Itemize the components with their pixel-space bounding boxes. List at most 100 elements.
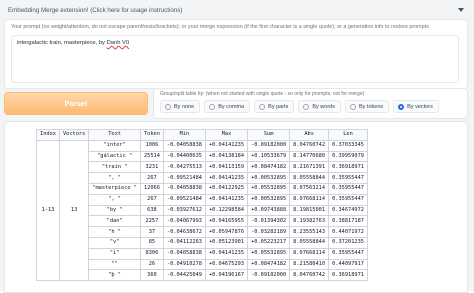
token-cell: 8306 [139,247,164,260]
radio-label: By tokens [358,103,384,110]
text-cell: "inter" [88,139,141,152]
radio-by-none[interactable]: By none [160,100,201,113]
split-label: Group/split table by: (when not started … [160,91,365,97]
max-cell: +0.04122925 [204,182,249,195]
sum-cell: +0.09743888 [247,204,291,217]
token-cell: 638 [139,204,164,217]
accordion-title[interactable]: Embedding Merge extension! (Click here f… [4,7,182,14]
radio-label: By words [312,103,335,110]
max-cell: +0.04165955 [204,215,249,228]
sum-cell: +0.08474182 [247,258,291,271]
column-header-abs: Abs [289,129,330,141]
prompt-text: intergalactic train, masterpiece, by [17,40,107,46]
len-cell: 0.36918971 [328,161,368,174]
len-cell: 0.44071972 [328,226,368,238]
abs-cell: 8.04760742 [289,269,330,282]
min-cell: -0.04275513 [162,161,206,174]
index-cell: 1-13 [36,139,60,282]
len-cell: 0.38817187 [328,215,368,228]
min-cell: -0.04400635 [162,150,206,163]
len-cell: 0.37201235 [328,236,368,249]
radio-by-words[interactable]: By words [298,100,341,113]
table-row: 1-13 13 "inter" 1006 -0.04058838 +0.04141235-… [36,139,368,282]
vectors-cell: 13 [58,139,90,282]
max-cell: +0.04141235 [204,139,249,152]
min-cell: -0.09521484 [162,172,206,184]
prompt-label: Your prompt (no weight/attention, do not… [11,24,429,30]
column-header-min: Min [162,129,206,141]
text-cell: "" [88,258,141,271]
column-header-max: Max [204,129,249,141]
max-cell: +0.04138184 [204,150,249,163]
text-cell: "masterpiece " [88,182,141,195]
radio-by-tokens[interactable]: By tokens [344,100,390,113]
radio-dot-icon [165,103,171,110]
max-cell: +0.12298584 [204,204,249,217]
sum-cell: -0.09182000 [247,269,291,282]
token-table: Index Vectors Text Token Min Max Sum Abs Len 1-1… [36,129,368,282]
split-options: Group/split table by: (when not started … [153,88,468,119]
radio-label: By parts [268,103,289,110]
sum-cell: +0.00532895 [247,193,291,206]
abs-cell: 8.07668114 [289,247,330,260]
abs-cell: 8.23555143 [289,226,330,238]
min-cell: -0.04058838 [162,182,206,195]
table-header-row: Index Vectors Text Token Min Max Sum Abs Len [36,129,368,141]
sum-cell: -0.03282189 [247,226,291,238]
embedding-merge-panel: Embedding Merge extension! (Click here f… [0,0,474,293]
abs-cell: 8.19382763 [289,215,330,228]
text-cell: ", " [88,172,141,184]
radio-dot-icon [398,103,405,110]
radio-by-comma[interactable]: By comma [204,100,251,113]
max-cell: +0.04113159 [204,161,249,174]
parse-button[interactable]: Parse! [4,92,148,115]
accordion-header[interactable]: Embedding Merge extension! (Click here f… [4,2,470,18]
sum-cell: -0.01394302 [247,215,291,228]
text-cell: "gálactic " [88,150,141,163]
token-cell: 85 [139,236,164,249]
len-cell: 0.35955447 [328,172,368,184]
sum-cell: +0.05223217 [247,236,291,249]
max-cell: +0.04196167 [204,269,249,282]
radio-by-parts[interactable]: By parts [254,100,295,113]
abs-cell: 8.19815001 [289,204,330,217]
abs-cell: 8.21671391 [289,161,330,174]
min-cell: -0.04067993 [162,215,206,228]
len-cell: 0.44097917 [328,258,368,271]
token-cell: 26 [139,258,164,271]
len-cell: 0.35955447 [328,247,368,260]
token-cell: 1006 [139,139,164,152]
min-cell: -0.04910278 [162,258,206,271]
len-cell: 0.36918971 [328,269,368,282]
abs-cell: 8.05558844 [289,172,330,184]
sum-cell: -0.09182000 [247,139,291,152]
text-cell: "v" [88,236,141,249]
min-cell: -0.04112263 [162,236,206,249]
min-cell: -0.03927612 [162,204,206,217]
radio-dot-icon [349,103,356,110]
abs-cell: 8.05558844 [289,236,330,249]
token-cell: 25514 [139,150,164,163]
column-header-sum: Sum [247,129,291,141]
min-cell: -0.04058838 [162,139,206,152]
max-cell: +0.05123901 [204,236,249,249]
min-cell: -0.04638672 [162,226,206,238]
token-cell: 37 [139,226,164,238]
text-cell: "train " [88,161,141,174]
sum-cell: +0.10533679 [247,150,291,163]
collapse-triangle-icon[interactable] [458,8,464,12]
prompt-text-misspelled: Danh Vũ [106,40,130,46]
column-header-index: Index [36,129,60,141]
max-cell: +0.04141235 [204,172,249,184]
abs-cell: 8.04760742 [289,139,330,152]
column-header-text: Text [88,129,141,141]
column-header-vectors: Vectors [58,129,90,141]
table-container: Index Vectors Text Token Min Max Sum Abs Len 1-1… [4,121,468,293]
radio-by-vectors[interactable]: By vectors [393,100,439,113]
prompt-textarea[interactable]: intergalactic train, masterpiece, by Dan… [11,35,459,83]
len-cell: 0.39959079 [328,150,368,163]
max-cell: +0.05947876 [204,226,249,238]
len-cell: 0.34674972 [328,204,368,217]
max-cell: +0.04675293 [204,258,249,271]
len-cell: 0.35955447 [328,193,368,206]
